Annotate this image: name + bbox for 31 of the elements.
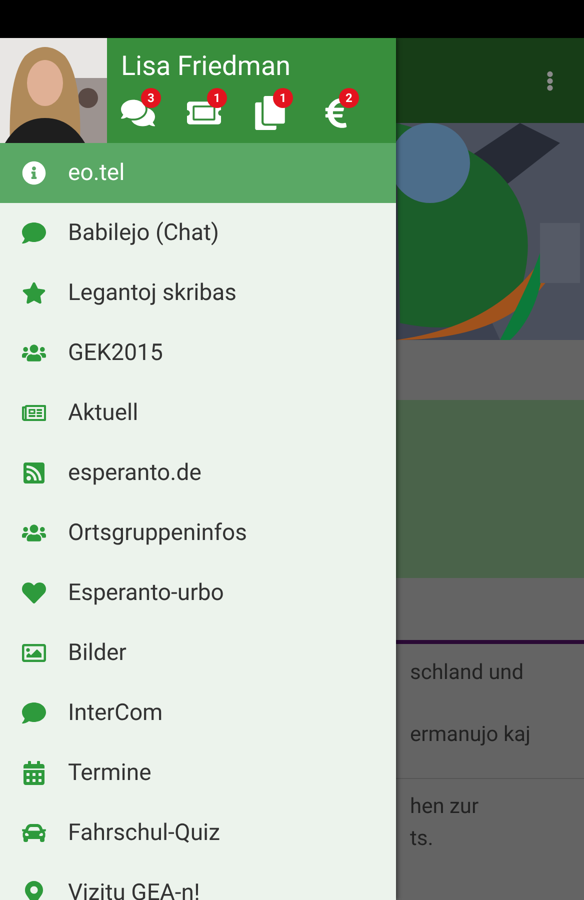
body-text: hen zur xyxy=(410,794,480,821)
rss-icon xyxy=(22,461,46,485)
user-name: Lisa Friedman xyxy=(121,49,292,84)
menu-item[interactable]: Vizitu GEA-n! xyxy=(0,863,396,900)
count-badge: 1 xyxy=(207,88,227,108)
star-icon xyxy=(22,281,46,305)
car-icon xyxy=(22,821,46,845)
menu-item[interactable]: Bilder xyxy=(0,623,396,683)
menu-item[interactable]: esperanto.de xyxy=(0,443,396,503)
menu-item[interactable]: GEK2015 xyxy=(0,323,396,383)
body-text: schland und xyxy=(410,660,525,687)
body-text: ts. xyxy=(410,826,434,853)
location-pin-icon xyxy=(22,881,46,900)
menu-item[interactable]: Fahrschul-Quiz xyxy=(0,803,396,863)
count-badge: 1 xyxy=(273,88,293,108)
count-badge: 2 xyxy=(339,88,359,108)
menu-item[interactable]: Legantoj skribas xyxy=(0,263,396,323)
calendar-icon xyxy=(22,761,46,785)
menu-item[interactable]: Esperanto-urbo xyxy=(0,563,396,623)
heart-icon xyxy=(22,581,46,605)
count-badge: 3 xyxy=(141,88,161,108)
menu-item[interactable]: Aktuell xyxy=(0,383,396,443)
info-icon xyxy=(22,161,46,185)
menu-item[interactable]: Ortsgruppeninfos xyxy=(0,503,396,563)
menu-item[interactable]: Termine xyxy=(0,743,396,803)
speech-bubble-icon xyxy=(22,701,46,725)
body-text: ermanujo kaj xyxy=(410,722,532,749)
menu-item[interactable]: Babilejo (Chat) xyxy=(0,203,396,263)
speech-bubble-icon xyxy=(22,221,46,245)
image-icon xyxy=(22,641,46,665)
menu-item[interactable]: InterCom xyxy=(0,683,396,743)
